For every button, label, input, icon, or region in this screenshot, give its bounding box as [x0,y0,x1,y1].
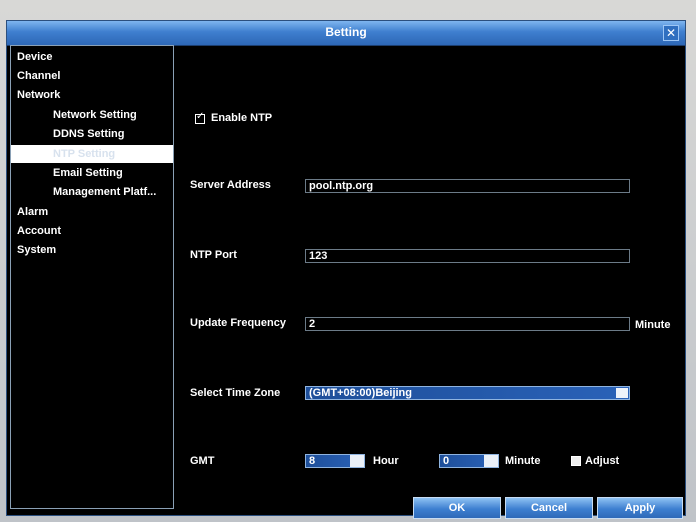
stepper-icon[interactable] [350,455,364,467]
sidebar-item-email-setting[interactable]: Email Setting [11,164,173,182]
ok-button[interactable]: OK [413,497,501,519]
server-address-input[interactable]: pool.ntp.org [305,179,630,193]
gmt-hour-value: 8 [309,455,316,467]
gmt-minute-unit: Minute [505,455,541,467]
cancel-button[interactable]: Cancel [505,497,593,519]
enable-ntp-checkbox[interactable] [195,111,205,124]
adjust-checkbox[interactable] [571,456,581,466]
window-title: Betting [325,25,367,39]
ntp-settings-panel: Enable NTP Server Address pool.ntp.org N… [177,45,683,515]
update-frequency-label: Update Frequency [190,317,286,329]
time-zone-value: (GMT+08:00)Beijing [309,387,412,399]
sidebar-item-channel[interactable]: Channel [11,67,179,85]
sidebar-item-network-setting[interactable]: Network Setting [11,106,173,124]
ntp-port-input[interactable]: 123 [305,249,630,263]
sidebar-item-alarm[interactable]: Alarm [11,203,179,221]
sidebar-item-system[interactable]: System [11,241,179,259]
update-frequency-unit: Minute [635,319,671,331]
gmt-minute-value: 0 [443,455,450,467]
gmt-label: GMT [190,455,215,467]
update-frequency-input[interactable]: 2 [305,317,630,331]
time-zone-dropdown[interactable]: (GMT+08:00)Beijing [305,386,630,400]
gmt-hour-stepper[interactable]: 8 [305,454,365,468]
time-zone-label: Select Time Zone [190,387,281,399]
sidebar-item-label: NTP Setting [53,148,116,160]
sidebar-item-account[interactable]: Account [11,222,179,240]
sidebar-item-device[interactable]: Device [11,48,179,66]
apply-button[interactable]: Apply [597,497,683,519]
enable-ntp-label: Enable NTP [211,112,273,124]
ntp-port-label: NTP Port [190,249,237,261]
mouse-cursor-icon [142,145,160,163]
server-address-label: Server Address [190,179,271,191]
gmt-hour-unit: Hour [373,455,399,467]
gmt-minute-stepper[interactable]: 0 [439,454,499,468]
close-icon[interactable]: ✕ [663,25,679,41]
titlebar: Betting ✕ [7,21,685,46]
settings-sidebar: Device Channel Network Network Setting D… [10,45,174,509]
dropdown-arrow-icon[interactable] [616,388,628,398]
sidebar-item-ntp-setting[interactable]: NTP Setting [11,145,173,163]
sidebar-item-management-platform[interactable]: Management Platf... [11,183,173,201]
screen: Betting ✕ Device Channel Network Network… [0,0,696,522]
sidebar-item-network[interactable]: Network [11,86,179,104]
stepper-icon[interactable] [484,455,498,467]
adjust-label: Adjust [585,455,620,467]
sidebar-item-ddns-setting[interactable]: DDNS Setting [11,125,173,143]
settings-window: Betting ✕ Device Channel Network Network… [6,20,686,519]
